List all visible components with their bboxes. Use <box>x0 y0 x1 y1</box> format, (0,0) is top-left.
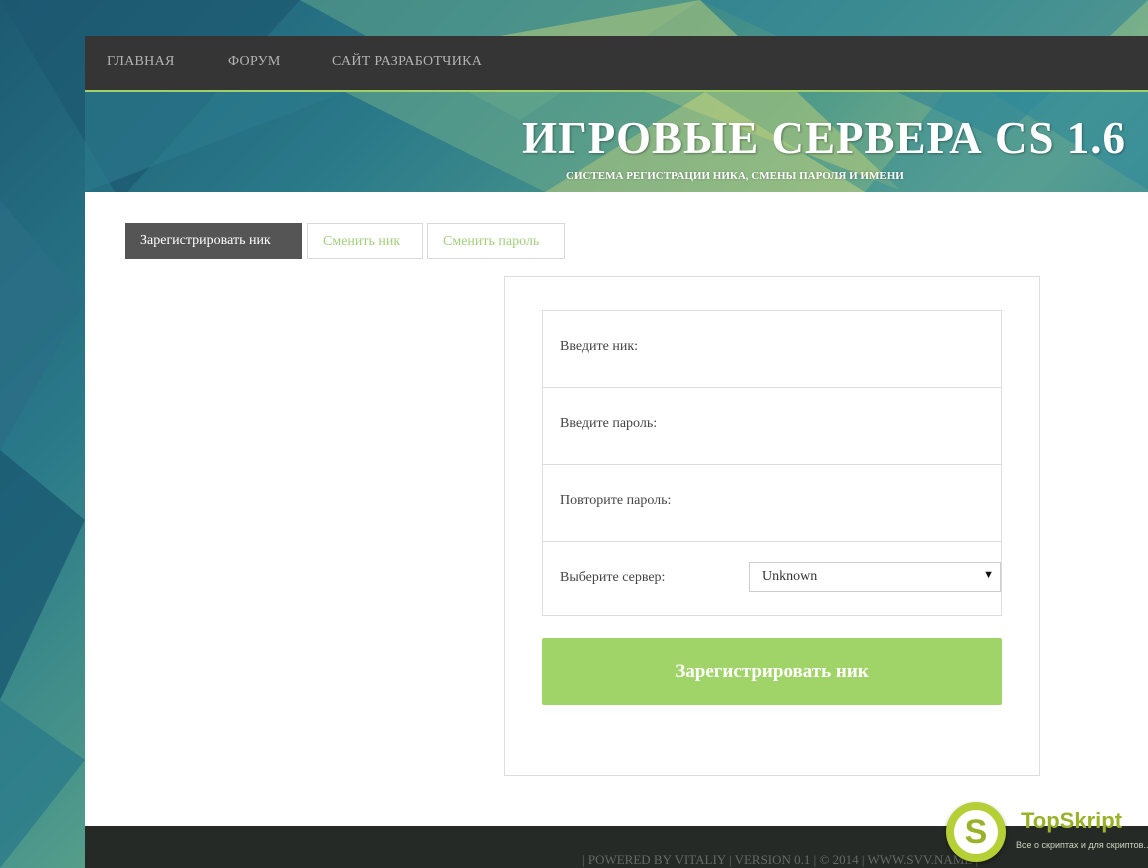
nick-field[interactable]: Введите ник: <box>543 311 1001 388</box>
page-wrapper: ГЛАВНАЯ ФОРУМ САЙТ РАЗРАБОТЧИКА ИГРОВЫЕ … <box>85 36 1148 868</box>
header-banner: ИГРОВЫЕ СЕРВЕРА CS 1.6 СИСТЕМА РЕГИСТРАЦ… <box>85 92 1148 192</box>
tab-change-nick[interactable]: Сменить ник <box>307 223 423 259</box>
topskript-badge[interactable]: S TopSkript Все о скриптах и для скрипто… <box>946 800 1148 868</box>
repeat-password-label: Повторите пароль: <box>560 493 672 508</box>
server-field: Выберите сервер: Unknown ▼ <box>543 542 1001 615</box>
nav-item-forum[interactable]: ФОРУМ <box>228 54 281 70</box>
main-content: Зарегистрировать ник Сменить ник Сменить… <box>85 192 1148 826</box>
server-selected-value: Unknown <box>762 569 818 584</box>
logo-letter: S <box>954 810 998 854</box>
footer-credits: | POWERED BY VITALIY | VERSION 0.1 | © 2… <box>582 852 979 867</box>
topskript-logo-icon: S <box>946 802 1006 862</box>
registration-panel: Введите ник: Введите пароль: Повторите п… <box>504 276 1040 776</box>
form-fields: Введите ник: Введите пароль: Повторите п… <box>542 310 1002 616</box>
badge-name: TopSkript <box>1021 808 1123 833</box>
top-navigation: ГЛАВНАЯ ФОРУМ САЙТ РАЗРАБОТЧИКА <box>85 36 1148 92</box>
register-nick-button[interactable]: Зарегистрировать ник <box>542 638 1002 705</box>
tab-change-password[interactable]: Сменить пароль <box>427 223 565 259</box>
server-label: Выберите сервер: <box>560 570 666 585</box>
tab-register-nick[interactable]: Зарегистрировать ник <box>125 223 302 259</box>
page-title: ИГРОВЫЕ СЕРВЕРА CS 1.6 <box>522 113 1126 163</box>
page-subtitle: СИСТЕМА РЕГИСТРАЦИИ НИКА, СМЕНЫ ПАРОЛЯ И… <box>566 170 904 182</box>
nick-label: Введите ник: <box>560 339 639 354</box>
dropdown-arrow-icon: ▼ <box>983 569 994 581</box>
nav-item-home[interactable]: ГЛАВНАЯ <box>107 54 175 70</box>
nav-item-developer-site[interactable]: САЙТ РАЗРАБОТЧИКА <box>332 54 482 70</box>
password-field[interactable]: Введите пароль: <box>543 388 1001 465</box>
repeat-password-field[interactable]: Повторите пароль: <box>543 465 1001 542</box>
badge-tagline: Все о скриптах и для скриптов... <box>1016 840 1148 850</box>
password-label: Введите пароль: <box>560 416 658 431</box>
server-select[interactable]: Unknown ▼ <box>749 562 1001 592</box>
